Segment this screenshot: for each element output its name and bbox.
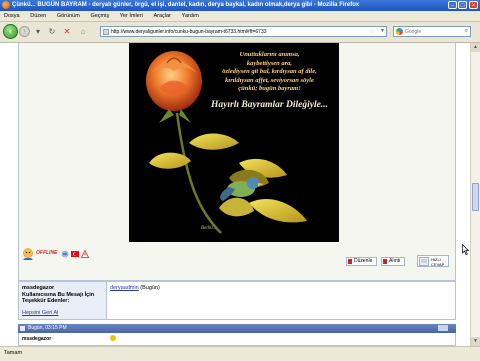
quote-button-label: Alıntı bbox=[389, 258, 401, 264]
poem-title: Hayırlı Bayramlar Dileğiyle... bbox=[211, 99, 328, 110]
status-text: Tamam bbox=[4, 350, 23, 356]
quick-reply-button[interactable]: HIZLI CEVAP bbox=[417, 255, 449, 267]
thanks-label: Kullanıcısına Bu Mesajı İçin Teşekkür Ed… bbox=[22, 291, 95, 305]
scroll-up-icon[interactable]: ▲ bbox=[471, 43, 480, 52]
url-bar[interactable]: ☆ ▾ bbox=[100, 26, 387, 37]
thanker-link[interactable]: deryaadmin bbox=[110, 285, 139, 291]
smiley-icon bbox=[110, 335, 116, 341]
search-box[interactable]: ⌕ bbox=[393, 26, 471, 37]
bookmark-star-icon[interactable]: ☆ bbox=[369, 27, 375, 36]
search-input[interactable] bbox=[405, 27, 459, 36]
menu-bookmarks[interactable]: Yer İmleri bbox=[120, 11, 143, 21]
menu-edit[interactable]: Düzen bbox=[30, 11, 46, 21]
next-post-row: mssdegazor bbox=[18, 333, 456, 346]
poem-line: özlediysen git bul, kırdıysan af dile, bbox=[222, 68, 317, 75]
poem-line: kaybettiysen ara, bbox=[246, 59, 293, 67]
thanks-box: mssdegazor Kullanıcısına Bu Mesajı İçin … bbox=[18, 281, 456, 320]
edit-button-label: Düzenle bbox=[354, 258, 373, 264]
reload-icon[interactable]: ↻ bbox=[47, 27, 57, 37]
url-dropdown-icon[interactable]: ▾ bbox=[381, 27, 384, 36]
page-favicon-icon bbox=[103, 29, 109, 35]
thanker-time: (Bugün) bbox=[140, 285, 160, 291]
menu-bar: Dosya Düzen Görünüm Geçmiş Yer İmleri Ar… bbox=[0, 11, 480, 22]
bayram-greeting-image: Unuttuklarını anımsa, kaybettiysen ara, … bbox=[129, 43, 339, 242]
show-all-link[interactable]: Hepsini Geri Al bbox=[22, 310, 58, 316]
quote-icon bbox=[383, 259, 387, 264]
page-content: Unuttuklarını anımsa, kaybettiysen ara, … bbox=[0, 43, 470, 346]
menu-view[interactable]: Görünüm bbox=[57, 11, 80, 21]
edit-button[interactable]: Düzenle bbox=[346, 257, 377, 266]
thanks-list: deryaadmin (Bugün) bbox=[110, 285, 160, 291]
post-action-buttons: Düzenle Alıntı HIZLI CEVAP bbox=[19, 255, 455, 267]
minimize-button[interactable]: – bbox=[448, 1, 457, 9]
search-icon[interactable]: ⌕ bbox=[465, 27, 468, 36]
url-input[interactable] bbox=[111, 27, 366, 36]
stop-icon[interactable]: ✕ bbox=[62, 27, 72, 37]
scrollbar-thumb[interactable] bbox=[472, 183, 479, 211]
poem-text: Unuttuklarını anımsa, kaybettiysen ara, … bbox=[202, 51, 337, 111]
thanks-label-cell: mssdegazor Kullanıcısına Bu Mesajı İçin … bbox=[19, 282, 107, 319]
navigation-toolbar: ‹ › ▾ ↻ ✕ ⌂ ☆ ▾ ⌕ bbox=[0, 22, 480, 43]
close-window-button[interactable]: × bbox=[469, 1, 478, 9]
status-bar: Tamam bbox=[0, 346, 480, 361]
google-icon[interactable] bbox=[396, 28, 403, 35]
forward-button[interactable]: › bbox=[19, 26, 30, 37]
thanks-header: mssdegazor Kullanıcısına Bu Mesajı İçin … bbox=[22, 285, 106, 305]
menu-file[interactable]: Dosya bbox=[4, 11, 20, 21]
history-dropdown-icon[interactable]: ▾ bbox=[33, 27, 43, 37]
status-label: OFFLINE bbox=[36, 250, 58, 256]
menu-tools[interactable]: Araçlar bbox=[153, 11, 170, 21]
menu-history[interactable]: Geçmiş bbox=[90, 11, 109, 21]
scroll-down-icon[interactable]: ▼ bbox=[471, 337, 480, 346]
poem-line: çünkü; bugün bayram! bbox=[238, 85, 301, 92]
quick-reply-icon bbox=[419, 257, 429, 266]
next-post-header: Bugün, 03:15 PM bbox=[18, 324, 456, 333]
quick-reply-label: HIZLI CEVAP bbox=[431, 257, 445, 267]
home-icon[interactable]: ⌂ bbox=[78, 27, 88, 37]
maximize-button[interactable]: □ bbox=[458, 1, 467, 9]
post-link-icon[interactable] bbox=[438, 325, 448, 331]
edit-icon bbox=[348, 259, 352, 264]
mouse-cursor-icon bbox=[462, 244, 469, 255]
poem-line: Unuttuklarını anımsa, bbox=[239, 51, 300, 58]
window-titlebar: Çünkü... BUGÜN BAYRAM - deryalı günler, … bbox=[0, 0, 480, 11]
forum-post: Unuttuklarını anımsa, kaybettiysen ara, … bbox=[18, 43, 456, 281]
post-time: Bugün, 03:15 PM bbox=[28, 325, 67, 331]
firefox-icon bbox=[2, 1, 10, 9]
poem-line: kırıldıysan affet, seviyorsan söyle bbox=[225, 76, 314, 84]
back-button[interactable]: ‹ bbox=[3, 24, 18, 39]
post-icon bbox=[20, 326, 25, 331]
menu-help[interactable]: Yardım bbox=[182, 11, 199, 21]
image-signature: Beth0... bbox=[201, 226, 217, 231]
quote-button[interactable]: Alıntı bbox=[381, 257, 405, 266]
next-post-author[interactable]: mssdegazor bbox=[22, 336, 51, 342]
window-title: Çünkü... BUGÜN BAYRAM - deryalı günler, … bbox=[12, 2, 360, 8]
vertical-scrollbar[interactable]: ▲ ▼ bbox=[470, 43, 480, 346]
